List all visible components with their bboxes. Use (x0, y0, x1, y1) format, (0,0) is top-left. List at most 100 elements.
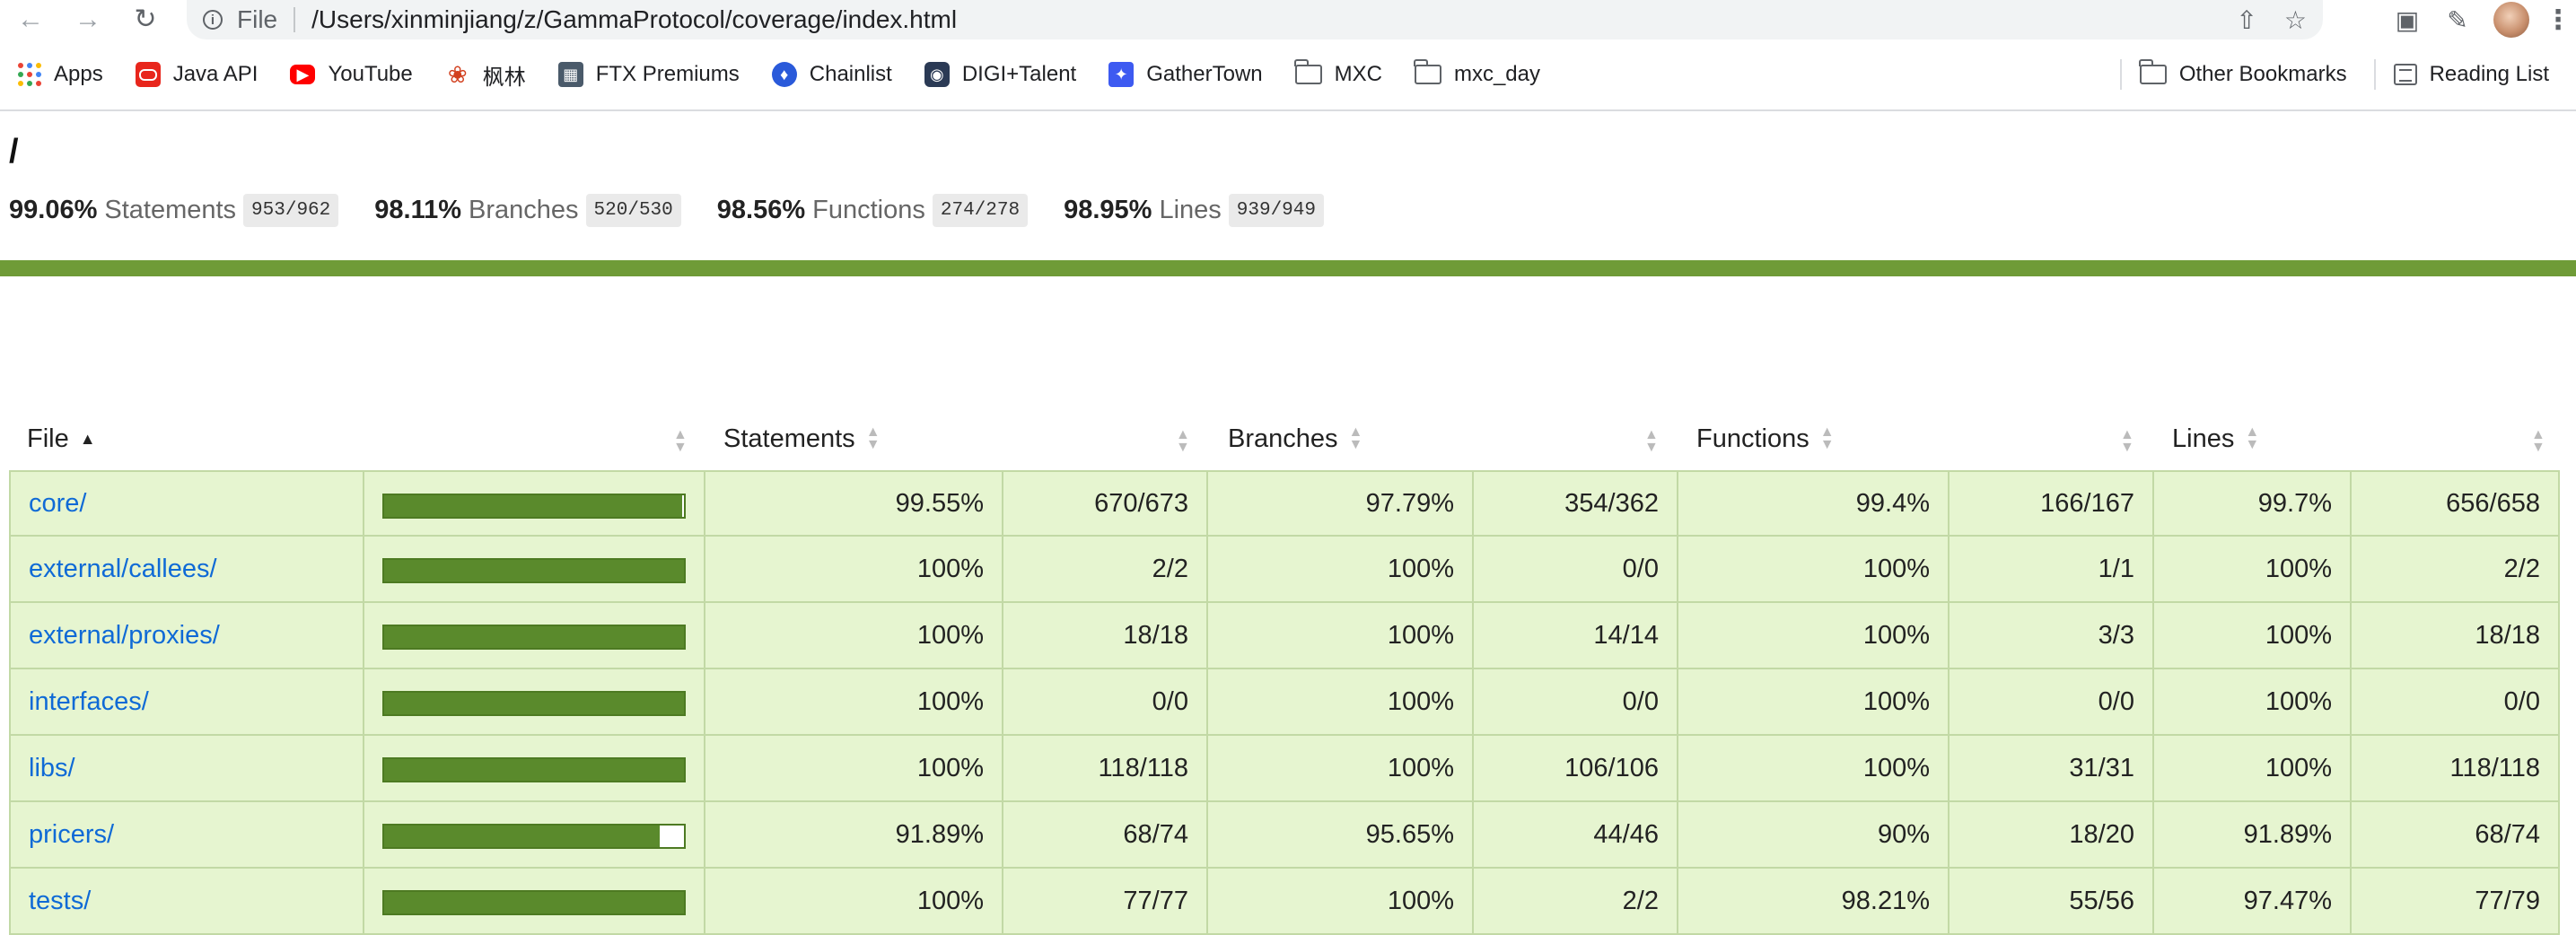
sort-icon[interactable]: ▲ ▼ (2120, 427, 2134, 455)
back-icon[interactable]: ← (13, 2, 48, 38)
file-cell: interfaces/ (9, 669, 364, 736)
file-link[interactable]: external/callees/ (29, 555, 217, 584)
fn-frac-cell: 18/20 (1950, 802, 2154, 869)
coverage-bar (382, 824, 686, 849)
header-label: Statements (723, 424, 855, 453)
header-lines[interactable]: Lines ▲ ▼ (2172, 407, 2259, 470)
url-text[interactable]: /Users/xinminjiang/z/GammaProtocol/cover… (311, 5, 957, 34)
br-pct-cell: 100% (1208, 537, 1474, 603)
sort-icon[interactable]: ▲ ▼ (2531, 427, 2545, 455)
table-header: File ▲ ▲ ▼ Statements ▲ ▼ ▲ ▼ Branches ▲ ▼ ▲… (9, 407, 2560, 470)
bookmark-ftx-premiums[interactable]: ▦ FTX Premiums (557, 62, 740, 87)
ln-frac-cell: 77/79 (2352, 869, 2560, 935)
bookmark-digi-talent[interactable]: ◉ DIGI+Talent (924, 62, 1076, 87)
bookmark-java-api[interactable]: Java API (135, 62, 258, 87)
ftx-icon: ▦ (557, 62, 583, 87)
file-cell: external/proxies/ (9, 603, 364, 669)
sort-icon[interactable]: ▲ ▼ (1644, 427, 1659, 455)
header-label: Lines (2172, 424, 2235, 453)
cast-icon[interactable]: ▣ (2382, 5, 2432, 35)
stmt-frac-cell: 2/2 (1003, 537, 1208, 603)
table-row: interfaces/100% 0/0 100% 0/0 100% 0/0 100% 0/0 (9, 669, 2560, 736)
bookmark-apps[interactable]: Apps (18, 62, 103, 87)
table-row: tests/100% 77/77 100% 2/2 98.21% 55/56 97.47% 7… (9, 869, 2560, 935)
header-statements[interactable]: Statements ▲ ▼ (723, 407, 881, 470)
header-file[interactable]: File ▲ (27, 407, 96, 470)
bookmark-youtube[interactable]: ▶ YouTube (290, 62, 413, 87)
stmt-frac-cell: 77/77 (1003, 869, 1208, 935)
stmt-frac-cell: 68/74 (1003, 802, 1208, 869)
coverage-bar (382, 691, 686, 716)
folder-icon (1294, 59, 1322, 84)
bookmark-chainlist[interactable]: ♦ Chainlist (771, 62, 892, 87)
header-label: Branches (1228, 424, 1338, 453)
coverage-bar (382, 757, 686, 782)
star-icon[interactable]: ☆ (2284, 5, 2307, 35)
coverage-bar-fill (384, 693, 684, 714)
sort-icon[interactable]: ▲ ▼ (1176, 427, 1190, 455)
coverage-bar-cell (364, 869, 705, 935)
br-frac-cell: 14/14 (1474, 603, 1678, 669)
fn-pct-cell: 98.21% (1678, 869, 1950, 935)
summary-lines: 98.95% Lines 939/949 (1064, 194, 1324, 227)
fn-pct-cell: 99.4% (1678, 470, 1950, 537)
summary-pct: 98.95% (1064, 196, 1152, 224)
url-scheme: File (237, 5, 278, 33)
menu-icon[interactable]: ⋮ (2540, 4, 2576, 36)
youtube-icon: ▶ (290, 65, 316, 84)
file-link[interactable]: interfaces/ (29, 687, 149, 717)
maple-leaf-icon: ❀ (447, 60, 468, 88)
coverage-bar-fill (384, 759, 684, 781)
coverage-bar (382, 625, 686, 650)
br-frac-cell: 44/46 (1474, 802, 1678, 869)
reading-list-button[interactable]: Reading List (2393, 62, 2549, 87)
sort-asc-icon: ▲ (79, 429, 96, 448)
fn-pct-cell: 100% (1678, 537, 1950, 603)
fn-frac-cell: 31/31 (1950, 736, 2154, 802)
ln-pct-cell: 97.47% (2154, 869, 2352, 935)
browser-toolbar: ← → ↻ i File /Users/xinminjiang/z/GammaP… (0, 0, 2576, 39)
file-link[interactable]: tests/ (29, 887, 91, 916)
fn-frac-cell: 166/167 (1950, 470, 2154, 537)
file-link[interactable]: libs/ (29, 754, 75, 783)
br-frac-cell: 106/106 (1474, 736, 1678, 802)
table-row: external/callees/100% 2/2 100% 0/0 100% 1/1 10… (9, 537, 2560, 603)
br-pct-cell: 97.79% (1208, 470, 1474, 537)
sort-icon: ▲ ▼ (1348, 424, 1363, 452)
forward-icon[interactable]: → (70, 2, 106, 38)
address-bar[interactable]: i File /Users/xinminjiang/z/GammaProtoco… (187, 0, 2323, 39)
coverage-bar-cell (364, 669, 705, 736)
share-icon[interactable]: ⇧ (2236, 5, 2256, 35)
bookmark-gathertown[interactable]: ✦ GatherTown (1108, 62, 1263, 87)
bookmark-label: MXC (1334, 62, 1382, 86)
summary-functions: 98.56% Functions 274/278 (717, 194, 1029, 227)
header-functions[interactable]: Functions ▲ ▼ (1696, 407, 1835, 470)
coverage-bar-cell (364, 802, 705, 869)
file-cell: tests/ (9, 869, 364, 935)
coverage-bar-cell (364, 603, 705, 669)
header-branches[interactable]: Branches ▲ ▼ (1228, 407, 1362, 470)
info-icon[interactable]: i (203, 10, 223, 30)
bookmark-other-bookmarks[interactable]: Other Bookmarks (2139, 59, 2347, 87)
file-link[interactable]: core/ (29, 489, 86, 519)
reload-icon[interactable]: ↻ (127, 2, 163, 38)
ln-frac-cell: 68/74 (2352, 802, 2560, 869)
ln-pct-cell: 99.7% (2154, 470, 2352, 537)
bookmark-folder-mxc[interactable]: MXC (1294, 59, 1382, 87)
file-cell: core/ (9, 470, 364, 537)
bookmark-maple[interactable]: ❀ 枫林 (445, 59, 526, 91)
avatar[interactable] (2493, 2, 2529, 38)
sort-icon[interactable]: ▲ ▼ (673, 427, 688, 455)
br-frac-cell: 354/362 (1474, 470, 1678, 537)
file-link[interactable]: pricers/ (29, 820, 114, 850)
extensions-icon[interactable]: ✎ (2432, 5, 2483, 35)
stmt-pct-cell: 100% (705, 603, 1003, 669)
fn-frac-cell: 1/1 (1950, 537, 2154, 603)
digi-talent-icon: ◉ (924, 62, 950, 87)
sort-icon: ▲ ▼ (865, 424, 881, 452)
coverage-bar-cell (364, 537, 705, 603)
ln-pct-cell: 100% (2154, 537, 2352, 603)
bookmark-folder-mxc-day[interactable]: mxc_day (1414, 59, 1540, 87)
file-link[interactable]: external/proxies/ (29, 621, 220, 651)
br-pct-cell: 100% (1208, 603, 1474, 669)
